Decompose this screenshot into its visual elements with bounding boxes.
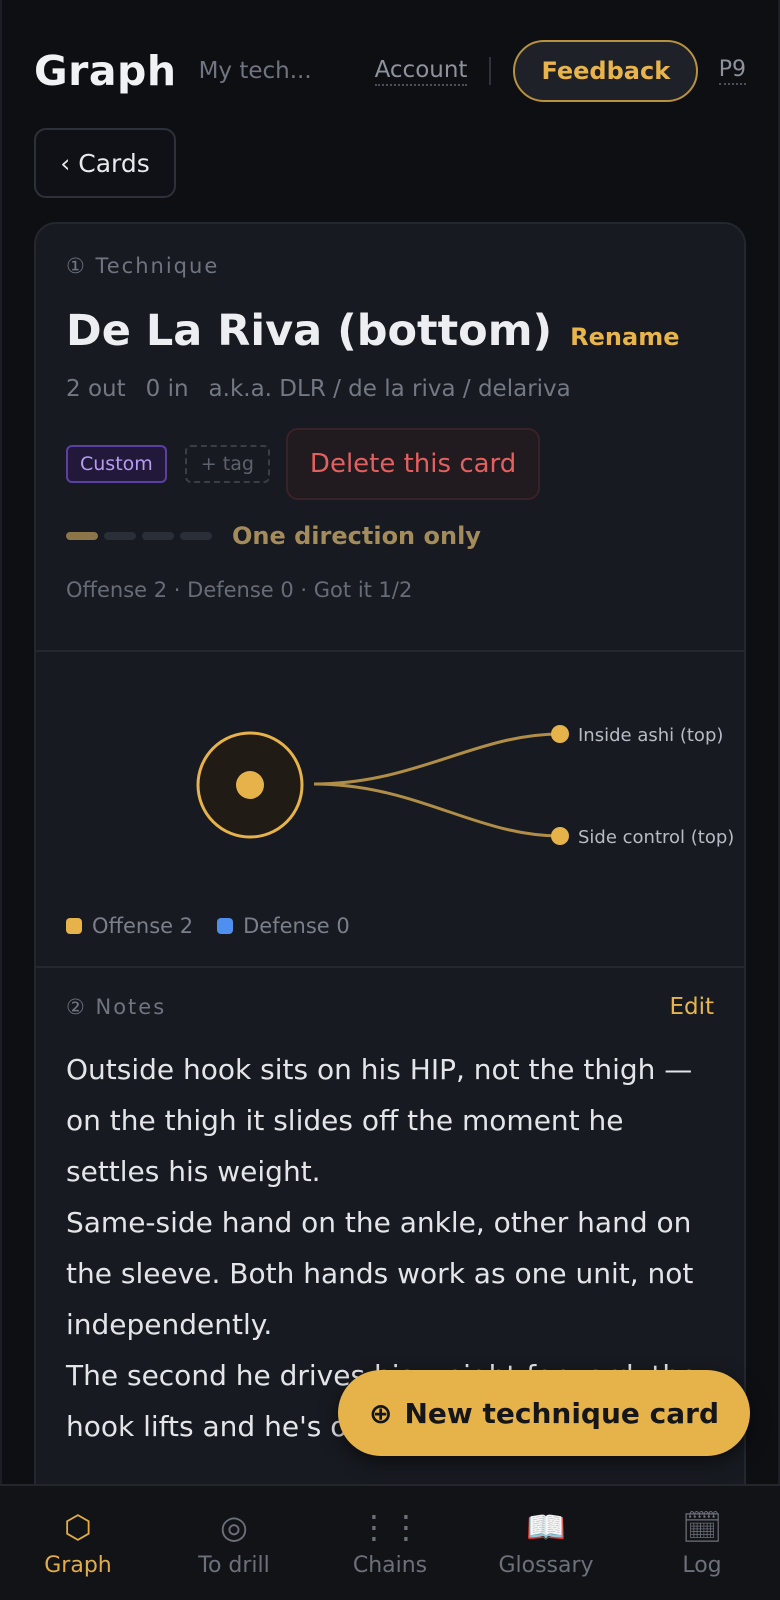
progress-segment — [104, 532, 136, 540]
profile-link[interactable]: P9 — [718, 57, 746, 85]
header-divider — [489, 57, 492, 85]
brand-title: Graph — [34, 47, 177, 95]
nav-label: Glossary — [498, 1552, 594, 1578]
offense-swatch — [66, 918, 82, 934]
section-label-technique: ① Technique — [66, 254, 220, 278]
nav-chains[interactable]: ⋮⋮ Chains — [312, 1486, 468, 1600]
section-divider — [36, 650, 744, 652]
graph-edge — [313, 732, 561, 786]
notes-header: ② Notes Edit — [66, 994, 714, 1020]
add-circle-icon: ⊕ — [368, 1396, 393, 1430]
deck-subtitle[interactable]: My tech... — [199, 58, 327, 84]
technique-title: De La Riva (bottom) — [66, 306, 553, 356]
edit-notes-button[interactable]: Edit — [669, 994, 714, 1020]
defense-swatch — [217, 918, 234, 934]
top-bar: Graph My tech... Account Feedback P9 — [34, 40, 746, 102]
card-stats: Offense 2 · Defense 0 · Got it 1/2 — [66, 578, 413, 602]
back-to-cards-button[interactable]: ‹ Cards — [34, 128, 176, 198]
chain-dots-icon: ⋮⋮ — [358, 1507, 422, 1546]
add-tag-button[interactable]: + tag — [184, 445, 270, 483]
tag-custom[interactable]: Custom — [66, 445, 167, 483]
note-paragraph: Same-side hand on the ankle, other hand … — [66, 1206, 694, 1341]
rename-button[interactable]: Rename — [570, 323, 679, 351]
nav-label: Graph — [44, 1552, 112, 1578]
new-technique-card-button[interactable]: ⊕ New technique card — [338, 1370, 750, 1456]
progress-segment — [180, 532, 212, 540]
hexagon-icon: ⬡ — [64, 1507, 92, 1546]
progress-segment — [142, 532, 174, 540]
graph-legend: Offense 2 Defense 0 — [66, 914, 374, 938]
graph-edge — [313, 782, 561, 838]
direction-progress: One direction only — [66, 522, 714, 550]
legend-defense-label: Defense 0 — [243, 914, 350, 938]
fab-label: New technique card — [404, 1396, 719, 1430]
current-technique-node-core — [236, 771, 264, 799]
in-count: 0 in — [145, 376, 189, 402]
graph-node[interactable] — [551, 725, 569, 743]
title-row: De La Riva (bottom) Rename — [66, 306, 714, 356]
section-label-notes: ② Notes — [66, 995, 167, 1019]
delete-card-button[interactable]: Delete this card — [285, 428, 541, 500]
calendar-icon: 🗓 — [681, 1507, 723, 1546]
bottom-nav: ⬡ Graph ◎ To drill ⋮⋮ Chains 📖 Glossary … — [0, 1484, 780, 1600]
out-count: 2 out — [66, 376, 126, 402]
nav-label: To drill — [198, 1552, 270, 1578]
target-icon: ◎ — [220, 1507, 248, 1546]
graph-node[interactable] — [551, 827, 569, 845]
nav-label: Log — [682, 1552, 722, 1578]
nav-log[interactable]: 🗓 Log — [624, 1486, 780, 1600]
legend-offense-label: Offense 2 — [92, 914, 194, 938]
legend-defense: Defense 0 — [217, 914, 350, 938]
chevron-left-icon: ‹ — [60, 148, 71, 178]
legend-offense: Offense 2 — [66, 914, 193, 938]
technique-meta: 2 out 0 in a.k.a. DLR / de la riva / del… — [66, 376, 714, 402]
back-button-label: Cards — [78, 148, 150, 178]
graph-node-label[interactable]: Inside ashi (top) — [578, 725, 723, 746]
nav-graph[interactable]: ⬡ Graph — [0, 1486, 156, 1600]
nav-label: Chains — [352, 1552, 428, 1578]
book-icon: 📖 — [526, 1507, 566, 1546]
feedback-button[interactable]: Feedback — [513, 40, 699, 102]
technique-graph: Inside ashi (top) Side control (top) — [196, 725, 734, 848]
technique-section: ① Technique De La Riva (bottom) Rename 2… — [66, 254, 714, 602]
nav-to-drill[interactable]: ◎ To drill — [156, 1486, 312, 1600]
progress-segment — [66, 532, 98, 540]
graph-node-label[interactable]: Side control (top) — [578, 827, 734, 848]
account-link[interactable]: Account — [374, 57, 468, 86]
nav-glossary[interactable]: 📖 Glossary — [468, 1486, 624, 1600]
progress-label: One direction only — [232, 522, 481, 550]
section-divider — [36, 966, 744, 968]
note-paragraph: Outside hook sits on his HIP, not the th… — [66, 1053, 693, 1188]
aliases: a.k.a. DLR / de la riva / delariva — [208, 376, 571, 402]
tags-row: Custom + tag Delete this card — [66, 428, 714, 500]
